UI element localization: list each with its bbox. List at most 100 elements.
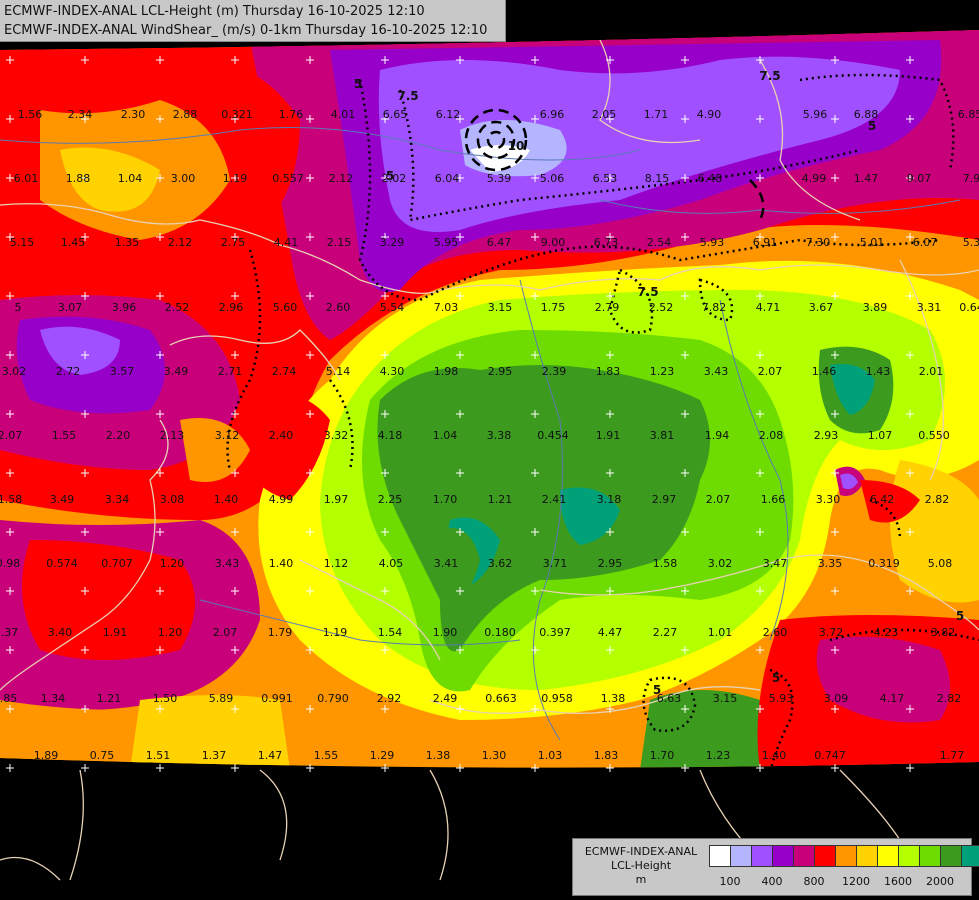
- shear-value-label: 9.07: [907, 172, 932, 185]
- shear-value-label: 2.52: [165, 301, 190, 314]
- shear-value-label: 4.90: [697, 108, 722, 121]
- shear-value-label: 1.23: [650, 365, 675, 378]
- legend-title-line-1: ECMWF-INDEX-ANAL: [584, 845, 698, 858]
- legend-color-bar: [709, 845, 979, 867]
- shear-value-label: 3.47: [763, 557, 788, 570]
- shear-value-label: 9.00: [541, 236, 566, 249]
- shear-value-label: 0.180: [484, 626, 516, 639]
- shear-value-label: 1.40: [214, 493, 239, 506]
- shear-value-label: 0.85: [0, 692, 17, 705]
- shear-value-label: 2.52: [649, 301, 674, 314]
- contour-label: 10: [508, 139, 525, 153]
- shear-value-label: 0.37: [0, 626, 18, 639]
- shear-value-label: 2.92: [377, 692, 402, 705]
- shear-value-label: 2.39: [542, 365, 567, 378]
- shear-value-label: 0.321: [221, 108, 253, 121]
- shear-value-label: 0.641: [959, 301, 979, 314]
- shear-value-label: 5.93: [769, 692, 794, 705]
- contour-label: 5: [772, 671, 780, 685]
- shear-value-label: 7.03: [434, 301, 459, 314]
- shear-value-label: 1.29: [370, 749, 395, 762]
- shear-value-label: 5.15: [10, 236, 35, 249]
- shear-value-label: 4.23: [874, 626, 899, 639]
- shear-value-label: 3.67: [809, 301, 834, 314]
- shear-value-label: 1.50: [153, 692, 178, 705]
- shear-value-label: 2.82: [925, 493, 950, 506]
- shear-value-label: 5.14: [326, 365, 351, 378]
- shear-value-label: 2.72: [56, 365, 81, 378]
- shear-value-label: 0.790: [317, 692, 349, 705]
- legend-swatch: [836, 846, 857, 866]
- shear-value-label: 2.01: [919, 365, 944, 378]
- shear-value-label: 2.74: [272, 365, 297, 378]
- shear-value-label: 3.49: [50, 493, 75, 506]
- shear-value-label: 2.34: [68, 108, 93, 121]
- shear-value-label: 6.85: [958, 108, 979, 121]
- shear-value-label: 1.56: [18, 108, 43, 121]
- contour-label: 7.5: [759, 69, 780, 83]
- legend-swatch: [773, 846, 794, 866]
- legend-swatch: [731, 846, 752, 866]
- shear-value-label: 0.397: [539, 626, 571, 639]
- shear-value-label: 3.12: [215, 429, 240, 442]
- shear-value-label: 2.12: [329, 172, 354, 185]
- contour-label: 5: [354, 77, 362, 91]
- shear-value-label: 3.32: [324, 429, 349, 442]
- shear-value-label: 0.75: [90, 749, 115, 762]
- legend-tick-label: 800: [803, 875, 825, 888]
- shear-value-label: 8.15: [645, 172, 670, 185]
- shear-value-label: 2.08: [759, 429, 784, 442]
- shear-value-label: 1.58: [0, 493, 22, 506]
- shear-value-label: 2.05: [592, 108, 617, 121]
- shear-value-label: 3.29: [380, 236, 405, 249]
- shear-value-label: 1.47: [258, 749, 283, 762]
- shear-value-label: 3.72: [819, 626, 844, 639]
- shear-value-label: 5.32: [963, 236, 979, 249]
- shear-value-label: 6.48: [698, 172, 723, 185]
- legend-swatch: [752, 846, 773, 866]
- shear-value-label: 6.01: [14, 172, 39, 185]
- shear-value-label: 5.96: [803, 108, 828, 121]
- shear-value-label: 3.62: [488, 557, 513, 570]
- shear-value-label: 1.94: [705, 429, 730, 442]
- shear-value-label: 6.12: [436, 108, 461, 121]
- shear-value-label: 0.707: [101, 557, 133, 570]
- shear-value-label: 4.41: [274, 236, 299, 249]
- shear-value-label: 3.07: [58, 301, 83, 314]
- shear-value-label: 1.70: [433, 493, 458, 506]
- legend-tick-label: 400: [761, 875, 783, 888]
- shear-value-label: 3.02: [2, 365, 27, 378]
- shear-value-label: 1.23: [706, 749, 731, 762]
- shear-value-label: 0.663: [485, 692, 517, 705]
- shear-value-label: 1.55: [314, 749, 339, 762]
- shear-value-label: 2.88: [173, 108, 198, 121]
- shear-value-label: 2.71: [218, 365, 243, 378]
- shear-value-label: 6.73: [594, 236, 619, 249]
- shear-value-label: 6.47: [487, 236, 512, 249]
- shear-value-label: 7.94: [963, 172, 979, 185]
- shear-value-label: 1.55: [52, 429, 77, 442]
- shear-value-label: 4.71: [756, 301, 781, 314]
- shear-value-label: 2.95: [598, 557, 623, 570]
- forecast-map: 1.56 2.34 2.30 2.88 0.321 1.76 4.01 6.65 6.12 6.9…: [0, 0, 979, 900]
- shear-value-label: 1.19: [323, 626, 348, 639]
- shear-value-label: 1.03: [538, 749, 563, 762]
- shear-value-label: 4.30: [380, 365, 405, 378]
- legend-swatch: [857, 846, 878, 866]
- shear-value-label: 2.79: [595, 301, 620, 314]
- shear-value-label: 3.15: [713, 692, 738, 705]
- shear-value-label: 1.35: [115, 236, 140, 249]
- shear-value-label: 1.91: [103, 626, 128, 639]
- shear-value-label: 3.71: [543, 557, 568, 570]
- shear-value-label: 0.550: [918, 429, 950, 442]
- legend-swatch: [794, 846, 815, 866]
- shear-value-label: 5.60: [273, 301, 298, 314]
- shear-value-label: 1.89: [34, 749, 59, 762]
- shear-value-label: 6.07: [913, 236, 938, 249]
- legend-tick-label: 100: [719, 875, 741, 888]
- shear-value-label: 2.41: [542, 493, 567, 506]
- shear-value-label: 1.30: [482, 749, 507, 762]
- legend-swatch: [710, 846, 731, 866]
- shear-value-label: 2.27: [653, 626, 678, 639]
- shear-value-label: 0.747: [814, 749, 846, 762]
